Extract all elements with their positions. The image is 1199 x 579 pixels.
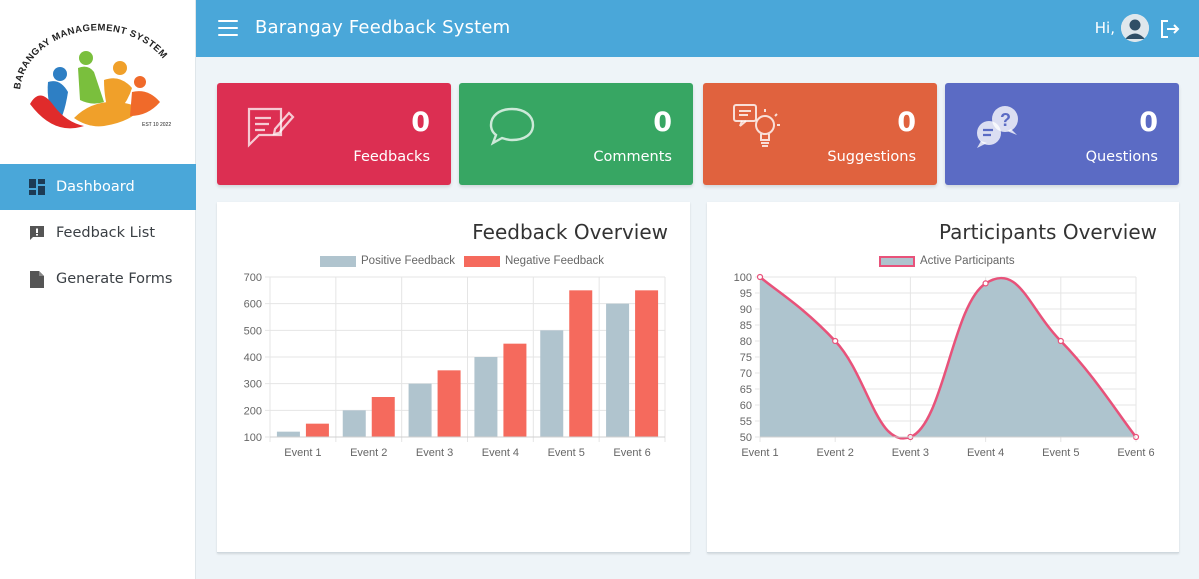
bar-positive: [540, 330, 564, 437]
sidebar-nav: Dashboard Feedback List Generate Forms: [0, 164, 196, 302]
y-tick-label: 55: [740, 416, 752, 428]
comments-card[interactable]: 0 Comments: [459, 83, 693, 185]
bar-positive: [342, 410, 366, 437]
y-tick-label: 400: [244, 352, 262, 364]
sidebar-item-generate-forms[interactable]: Generate Forms: [0, 256, 196, 302]
y-tick-label: 200: [244, 405, 262, 417]
sidebar-item-label: Feedback List: [56, 225, 156, 241]
hamburger-menu-icon[interactable]: [218, 20, 238, 36]
x-tick-label: Event 1: [284, 447, 321, 459]
greeting-text: Hi,: [1094, 19, 1115, 37]
bar-positive: [606, 303, 630, 437]
speech-bubble-icon: [487, 103, 537, 151]
barangay-logo: BARANGAY MANAGEMENT SYSTEM EST 10 2022: [0, 0, 196, 160]
bar-negative: [437, 370, 461, 437]
sidebar-item-label: Dashboard: [56, 179, 135, 195]
y-tick-label: 700: [244, 272, 262, 284]
x-tick-label: Event 4: [482, 447, 519, 459]
chart-title: Feedback Overview: [472, 220, 668, 244]
x-tick-label: Event 4: [967, 447, 1004, 459]
y-tick-label: 60: [740, 400, 752, 412]
x-tick-label: Event 2: [817, 447, 854, 459]
file-icon: [28, 270, 46, 288]
comments-count: 0: [653, 107, 672, 138]
dashboard-icon: [28, 178, 46, 196]
logout-icon[interactable]: [1159, 18, 1181, 40]
sidebar-item-label: Generate Forms: [56, 271, 173, 287]
x-tick-label: Event 6: [1117, 447, 1154, 459]
x-tick-label: Event 2: [350, 447, 387, 459]
lightbulb-icon: [731, 103, 781, 151]
app-title: Barangay Feedback System: [255, 17, 511, 38]
x-tick-label: Event 1: [741, 447, 778, 459]
sidebar-item-feedback-list[interactable]: Feedback List: [0, 210, 196, 256]
x-tick-label: Event 5: [1042, 447, 1079, 459]
x-tick-label: Event 5: [548, 447, 585, 459]
user-avatar[interactable]: [1121, 14, 1149, 42]
y-tick-label: 80: [740, 336, 752, 348]
bar-negative: [305, 423, 329, 437]
suggestions-card[interactable]: 0 Suggestions: [703, 83, 937, 185]
feedbacks-count: 0: [411, 107, 430, 138]
y-tick-label: 85: [740, 320, 752, 332]
area-fill: [760, 277, 1136, 439]
y-tick-label: 90: [740, 304, 752, 316]
chart-title: Participants Overview: [939, 220, 1157, 244]
questions-count: 0: [1139, 107, 1158, 138]
question-bubbles-icon: ?: [973, 103, 1023, 151]
bar-positive: [276, 431, 300, 437]
y-tick-label: 600: [244, 299, 262, 311]
questions-label: Questions: [1085, 149, 1158, 165]
y-tick-label: 50: [740, 432, 752, 444]
y-tick-label: 75: [740, 352, 752, 364]
bar-negative: [503, 343, 527, 437]
svg-text:EST 10 2022: EST 10 2022: [142, 122, 171, 128]
x-tick-label: Event 3: [416, 447, 453, 459]
feedback-icon: [28, 224, 46, 242]
y-tick-label: 100: [734, 272, 752, 284]
y-tick-label: 500: [244, 325, 262, 337]
pencil-note-icon: [245, 103, 295, 151]
data-point: [982, 280, 989, 287]
participants-overview-panel: Participants Overview Active Participant…: [707, 202, 1179, 553]
y-tick-label: 100: [244, 432, 262, 444]
y-tick-label: 95: [740, 288, 752, 300]
questions-card[interactable]: ? 0 Questions: [945, 83, 1179, 185]
bar-negative: [371, 397, 395, 437]
data-point: [832, 337, 839, 345]
y-tick-label: 300: [244, 379, 262, 391]
suggestions-label: Suggestions: [827, 149, 916, 165]
feedbacks-label: Feedbacks: [353, 149, 430, 165]
feedback-overview-panel: Feedback Overview Positive Feedback Nega…: [217, 202, 690, 553]
y-tick-label: 70: [740, 368, 752, 380]
bar-negative: [569, 290, 593, 437]
y-tick-label: 65: [740, 384, 752, 396]
top-header: Barangay Feedback System Hi,: [196, 0, 1199, 57]
suggestions-count: 0: [897, 107, 916, 138]
comments-label: Comments: [593, 149, 672, 165]
participants-area-chart: 50 55 60 65 70 75 80 85 90 95 100 Event 1 Event 2 Eve…: [734, 272, 1155, 459]
feedback-bar-chart: 100 200 300 400 500 600 700 Event 1 Event 2 Event…: [244, 272, 666, 459]
sidebar: BARANGAY MANAGEMENT SYSTEM EST 10 2022 D…: [0, 0, 196, 579]
bar-positive: [474, 357, 498, 437]
data-point: [756, 273, 764, 281]
feedbacks-card[interactable]: 0 Feedbacks: [217, 83, 451, 185]
x-tick-label: Event 6: [613, 447, 650, 459]
svg-text:?: ?: [1000, 110, 1011, 130]
data-point: [1057, 337, 1064, 345]
bar-positive: [408, 383, 432, 437]
x-tick-label: Event 3: [892, 447, 929, 459]
sidebar-item-dashboard[interactable]: Dashboard: [0, 164, 196, 210]
bar-negative: [635, 290, 659, 437]
